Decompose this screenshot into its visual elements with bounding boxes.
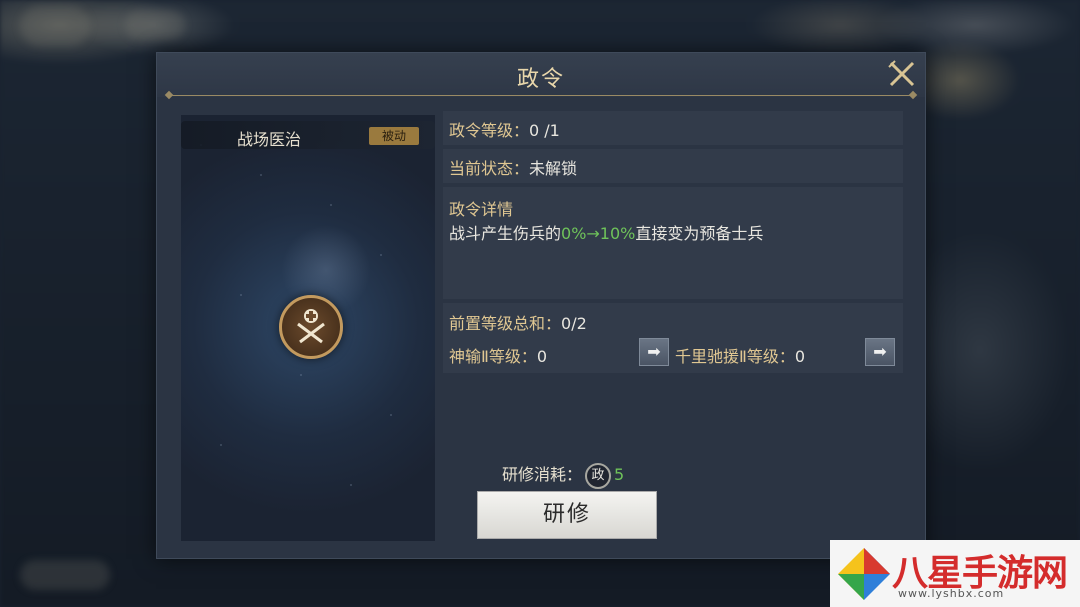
- status-label: 当前状态：: [449, 159, 530, 178]
- level-value: 0 /1: [529, 121, 560, 140]
- skill-preview-pane: 战场医治 被动: [181, 115, 435, 541]
- bg-blur-3: [20, 560, 110, 590]
- arrow-right-icon: ➡: [647, 342, 661, 361]
- prereq-item-value: 0: [536, 347, 548, 366]
- watermark-logo-icon: [838, 548, 890, 600]
- passive-badge: 被动: [369, 127, 419, 145]
- status-row: 当前状态：未解锁: [443, 149, 903, 183]
- bg-blur-2: [125, 10, 185, 40]
- crossed-swords-icon: [297, 309, 325, 344]
- watermark-url: www.lyshbx.com: [898, 587, 1005, 600]
- goto-prereq-2-button[interactable]: ➡: [865, 338, 895, 366]
- status-value: 未解锁: [529, 159, 578, 178]
- policy-currency-icon: 政: [585, 462, 612, 489]
- skill-icon[interactable]: [279, 295, 343, 359]
- details-text: 战斗产生伤兵的0%→10%直接变为预备士兵: [449, 220, 763, 244]
- details-label: 政令详情: [449, 200, 514, 219]
- bg-blur-1: [20, 6, 90, 46]
- prereq-item-name: 神输Ⅱ等级：: [449, 347, 537, 366]
- close-icon: [888, 60, 915, 87]
- level-row: 政令等级：0 /1: [443, 111, 903, 145]
- prereq-item-value: 0: [794, 347, 806, 366]
- study-cost: 研修消耗：政 5: [502, 461, 624, 489]
- prereq-row: 前置等级总和：0/2 神输Ⅱ等级：0 ➡ 千里驰援Ⅱ等级：0 ➡: [443, 303, 903, 373]
- cost-label: 研修消耗：: [502, 465, 583, 484]
- prereq-value: 0/2: [561, 314, 587, 333]
- goto-prereq-1-button[interactable]: ➡: [639, 338, 669, 366]
- title-divider: [169, 95, 913, 96]
- details-highlight: 0%→10%: [561, 224, 636, 243]
- study-button[interactable]: 研修: [477, 491, 657, 539]
- prereq-label: 前置等级总和：: [449, 314, 562, 333]
- skill-name: 战场医治: [237, 130, 302, 149]
- watermark: 八星手游网 www.lyshbx.com: [830, 540, 1080, 607]
- details-row: 政令详情 战斗产生伤兵的0%→10%直接变为预备士兵: [443, 187, 903, 299]
- prereq-item-name: 千里驰援Ⅱ等级：: [675, 347, 795, 366]
- close-button[interactable]: [885, 57, 919, 91]
- policy-dialog: 政令 战场医治 被动 政令等级：0 /1 当前状态：未解锁 政令详情 战斗产生伤…: [156, 52, 926, 559]
- skill-name-bar: 战场医治 被动: [181, 121, 435, 149]
- details-prefix: 战斗产生伤兵的: [449, 224, 562, 243]
- title-bar: 政令: [157, 53, 925, 97]
- dialog-title: 政令: [516, 67, 565, 92]
- arrow-right-icon: ➡: [873, 342, 887, 361]
- level-label: 政令等级：: [449, 121, 530, 140]
- details-suffix: 直接变为预备士兵: [635, 224, 764, 243]
- cost-amount: 5: [614, 465, 625, 484]
